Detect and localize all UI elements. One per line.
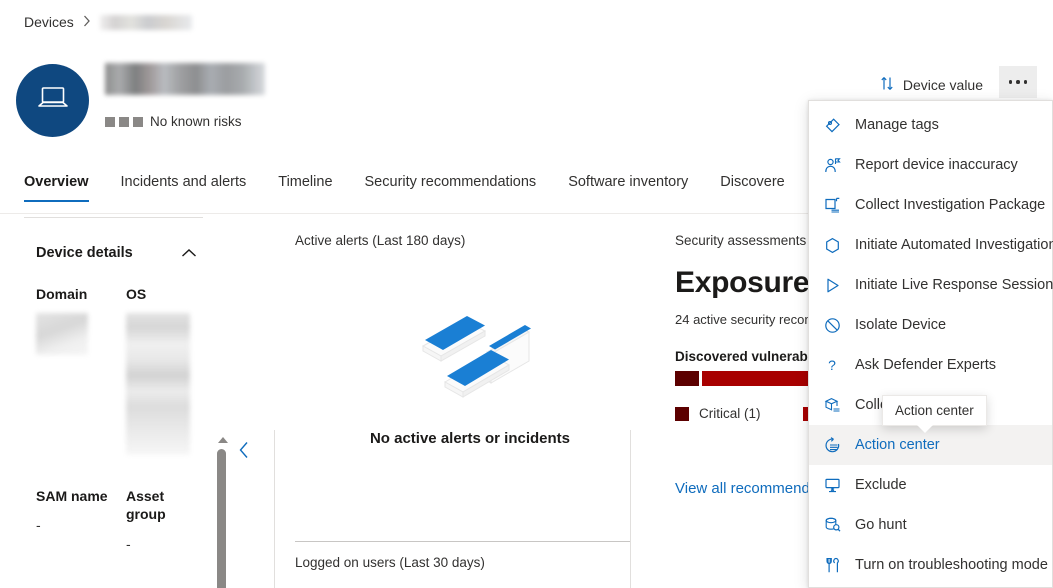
legend-item-critical: Critical (1) [675,406,761,421]
device-value-button[interactable]: Device value [872,70,991,100]
tab-label: Overview [24,174,89,190]
menu-item-initiate-automated-investigation[interactable]: Initiate Automated Investigation [809,225,1052,265]
tab-discovered-vulnerabilities[interactable]: Discovere [720,168,784,202]
ellipsis-icon [1009,80,1013,84]
menu-item-go-hunt[interactable]: Go hunt [809,505,1052,545]
detail-value: - [36,517,108,533]
tab-label: Incidents and alerts [121,174,247,190]
menu-item-label: Report device inaccuracy [855,157,1018,173]
menu-item-report-device-inaccuracy[interactable]: Report device inaccuracy [809,145,1052,185]
hexagon-icon [823,236,841,254]
device-value-label: Device value [903,77,983,93]
monitor-exclude-icon [823,476,841,494]
menu-item-label: Action center [855,437,940,453]
tab-label: Security recommendations [365,174,537,190]
section-divider [295,541,630,542]
empty-state: No active alerts or incidents [295,248,645,483]
detail-label: Domain [36,285,108,303]
sort-arrows-icon [880,76,894,94]
play-icon [823,276,841,294]
active-alerts-label: Active alerts (Last 180 days) [295,233,645,248]
tag-icon [823,116,841,134]
tooltip-text: Action center [895,403,974,418]
menu-item-label: Initiate Automated Investigation [855,237,1053,253]
logged-on-users-label: Logged on users (Last 30 days) [295,555,485,570]
menu-item-turn-on-troubleshooting-mode[interactable]: Turn on troubleshooting mode [809,545,1052,585]
status-badge: No known risks [105,114,242,129]
menu-item-ask-defender-experts[interactable]: ? Ask Defender Experts [809,345,1052,385]
detail-value: - [126,536,198,552]
breadcrumb-separator-icon [83,15,91,29]
risk-level-icon [105,117,143,127]
menu-item-manage-tags[interactable]: Manage tags [809,105,1052,145]
breadcrumb: Devices [24,14,192,30]
active-alerts-panel: Active alerts (Last 180 days) [285,215,645,588]
detail-field-asset-group: Asset group - [126,487,198,552]
detail-value-redacted [126,313,190,455]
vulnerability-segment-critical [675,371,699,386]
tab-security-recommendations[interactable]: Security recommendations [365,168,537,202]
menu-item-label: Collect Investigation Package [855,197,1045,213]
action-center-icon [823,436,841,454]
tooltip: Action center [882,395,987,426]
detail-label: Asset group [126,487,198,524]
legend-swatch-critical [675,407,689,421]
avatar [16,64,89,137]
device-name-redacted [105,63,265,95]
empty-state-text: No active alerts or incidents [370,430,570,447]
scrollbar-thumb[interactable] [217,449,226,588]
menu-item-isolate-device[interactable]: Isolate Device [809,305,1052,345]
tab-incidents-and-alerts[interactable]: Incidents and alerts [121,168,247,202]
page-title: Device details [36,245,133,261]
tab-label: Software inventory [568,174,688,190]
menu-item-label: Manage tags [855,117,939,133]
menu-item-exclude[interactable]: Exclude [809,465,1052,505]
more-actions-button[interactable] [999,66,1037,98]
menu-item-label: Ask Defender Experts [855,357,996,373]
chevron-up-icon[interactable] [181,248,197,258]
detail-field-domain: Domain [36,285,108,455]
legend-label: Critical (1) [699,406,761,421]
question-icon: ? [823,356,841,374]
device-page: Devices No known risks Device value [0,0,1053,588]
breadcrumb-redacted-device [100,15,192,30]
menu-item-initiate-live-response-session[interactable]: Initiate Live Response Session [809,265,1052,305]
menu-item-label: Isolate Device [855,317,946,333]
column-divider [630,430,631,588]
menu-item-action-center[interactable]: Action center [809,425,1052,465]
menu-item-label: Exclude [855,477,907,493]
laptop-icon [36,85,70,116]
person-flag-icon [823,156,841,174]
tab-overview[interactable]: Overview [24,168,89,202]
column-divider [274,430,275,588]
menu-item-label: Go hunt [855,517,907,533]
chevron-left-icon[interactable] [238,441,250,464]
breadcrumb-devices-link[interactable]: Devices [24,14,74,30]
tab-software-inventory[interactable]: Software inventory [568,168,688,202]
cards-illustration-icon [405,284,535,414]
tab-label: Timeline [278,174,332,190]
detail-label: SAM name [36,487,108,505]
box-3d-icon [823,396,841,414]
scroll-up-arrow-icon[interactable] [218,437,228,443]
panel-divider [24,217,203,218]
detail-label: OS [126,285,198,303]
sidebar-scrollbar[interactable] [216,437,228,588]
detail-field-sam-name: SAM name - [36,487,108,552]
menu-item-collect-investigation-package[interactable]: Collect Investigation Package [809,185,1052,225]
detail-value-redacted [36,313,88,355]
tools-icon [823,556,841,574]
menu-item-label: Turn on troubleshooting mode [855,557,1048,573]
menu-item-label: Initiate Live Response Session [855,277,1053,293]
block-icon [823,316,841,334]
hunt-icon [823,516,841,534]
package-collect-icon [823,196,841,214]
detail-field-os: OS [126,285,198,455]
tab-timeline[interactable]: Timeline [278,168,332,202]
more-actions-menu: Manage tags Report device inaccuracy Col… [808,100,1053,588]
device-details-panel: Device details Domain OS SAM name - [0,215,213,588]
risk-level-label: No known risks [150,114,242,129]
tab-label: Discovere [720,174,784,190]
